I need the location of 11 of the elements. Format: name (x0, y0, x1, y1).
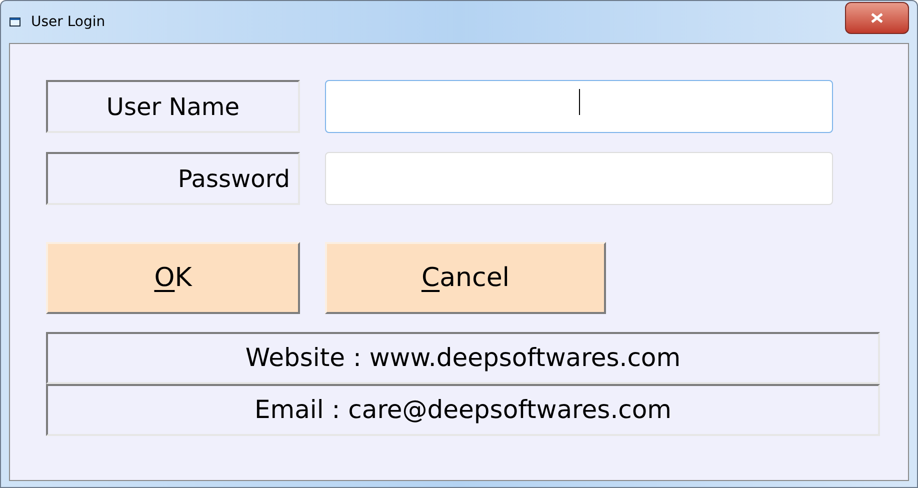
cancel-button[interactable]: Cancel (325, 242, 606, 314)
window-icon (9, 16, 23, 28)
ok-button[interactable]: OK (46, 242, 300, 314)
input-field[interactable] (325, 152, 833, 205)
field-label: Password (46, 152, 300, 205)
text-cursor (578, 88, 580, 114)
close-button[interactable] (845, 2, 909, 34)
window-title: User Login (31, 12, 106, 32)
close-icon (871, 13, 883, 23)
input-field[interactable] (325, 80, 833, 133)
field-label: User Name (46, 80, 300, 133)
